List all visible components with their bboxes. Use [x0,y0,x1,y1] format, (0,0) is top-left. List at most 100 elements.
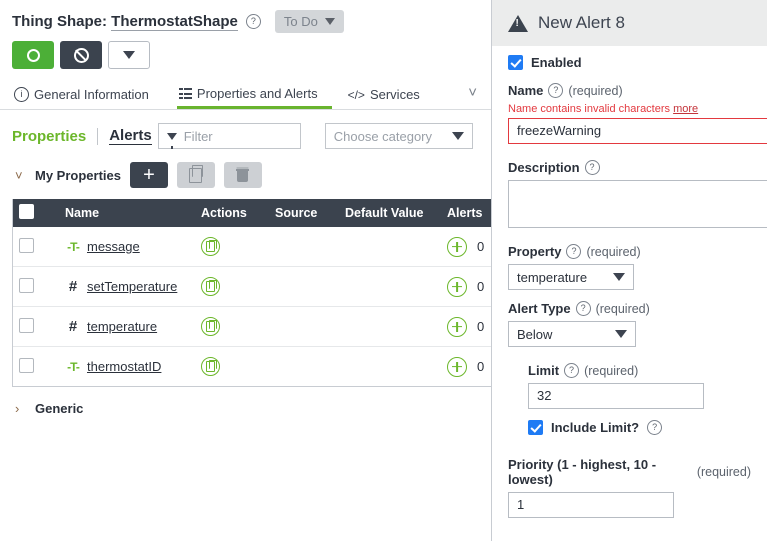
help-circle-icon[interactable]: ? [246,14,261,29]
property-field: Property ? (required) temperature [508,244,751,290]
property-name-link[interactable]: message [87,239,140,254]
entity-type-label: Thing Shape: [12,13,107,30]
column-header-alerts[interactable]: Alerts [441,199,492,227]
row-checkbox[interactable] [19,318,34,333]
chevron-down-icon[interactable]: ˅ [15,168,26,183]
row-alerts-cell: 0 [441,227,492,267]
help-circle-icon[interactable]: ? [548,83,563,98]
add-property-button[interactable]: + [130,162,168,188]
enabled-checkbox-row[interactable]: Enabled [508,55,751,70]
alert-type-label-row: Alert Type ? (required) [508,301,751,316]
row-default-value-cell [339,227,441,267]
limit-input[interactable]: 32 [528,383,704,409]
row-actions-cell [195,307,269,347]
help-circle-icon[interactable]: ? [576,301,591,316]
help-circle-icon[interactable]: ? [647,420,662,435]
plus-circle-icon[interactable] [447,237,467,257]
property-name-link[interactable]: thermostatID [87,359,161,374]
subtab-properties[interactable]: Properties [12,128,86,145]
row-select-cell [13,307,59,347]
priority-label-row: Priority (1 - highest, 10 - lowest) (req… [508,457,751,487]
copy-circle-icon[interactable] [201,277,220,296]
property-label-row: Property ? (required) [508,244,751,259]
name-input[interactable]: freezeWarning [508,118,767,144]
alert-count: 0 [477,359,484,374]
help-circle-icon[interactable]: ? [564,363,579,378]
property-name-link[interactable]: setTemperature [87,279,177,294]
priority-input[interactable]: 1 [508,492,674,518]
chevron-down-icon [615,330,627,338]
funnel-icon [167,133,177,140]
plus-circle-icon[interactable] [447,277,467,297]
row-checkbox[interactable] [19,358,34,373]
plus-circle-icon[interactable] [447,317,467,337]
row-checkbox[interactable] [19,278,34,293]
tab-label: Properties and Alerts [197,86,318,101]
cancel-button[interactable] [60,41,102,69]
tab-label: Services [370,87,420,102]
save-button[interactable] [12,41,54,69]
string-type-icon: -T- [65,360,81,374]
spacer [508,146,751,160]
warning-triangle-icon [508,15,528,32]
tab-properties-and-alerts[interactable]: Properties and Alerts [177,86,332,109]
property-name-link[interactable]: temperature [87,319,157,334]
column-header-name[interactable]: Name [59,199,195,227]
group-label: My Properties [35,168,121,183]
row-name-cell: -T- message [59,227,195,267]
table-header-row: Name Actions Source Default Value Alerts… [13,199,492,227]
name-required-hint: (required) [568,84,622,98]
description-textarea[interactable] [508,180,767,228]
duplicate-property-button[interactable] [177,162,215,188]
row-source-cell [269,347,339,387]
spacer [508,230,751,244]
chevron-down-icon [613,273,625,281]
column-header-default-value[interactable]: Default Value [339,199,441,227]
help-circle-icon[interactable]: ? [566,244,581,259]
table-row[interactable]: -T- thermostatID 0 [13,347,492,387]
include-limit-row[interactable]: Include Limit? ? [528,420,751,435]
description-label: Description [508,160,580,175]
table-row[interactable]: # setTemperature 0 [13,267,492,307]
tab-general-information[interactable]: i General Information [12,87,163,109]
status-badge[interactable]: To Do [275,10,344,33]
copy-circle-icon[interactable] [201,357,220,376]
table-row[interactable]: # temperature 0 [13,307,492,347]
chevron-down-icon[interactable]: ˅ [468,84,477,101]
properties-table-wrapper: Name Actions Source Default Value Alerts… [12,199,492,387]
number-type-icon: # [65,318,81,335]
spacer [508,448,751,457]
save-ring-icon [27,49,40,62]
row-actions-cell [195,227,269,267]
property-select[interactable]: temperature [508,264,634,290]
name-error-message: Name contains invalid characters more [508,103,751,115]
generic-group-bar[interactable]: › Generic [0,387,491,416]
row-select-cell [13,347,59,387]
more-actions-button[interactable] [108,41,150,69]
alert-count: 0 [477,319,484,334]
application-root: Thing Shape: ThermostatShape ? To Do i [0,0,767,541]
enabled-checkbox[interactable] [508,55,523,70]
row-checkbox[interactable] [19,238,34,253]
copy-circle-icon[interactable] [201,237,220,256]
copy-circle-icon[interactable] [201,317,220,336]
filter-input[interactable]: Filter [158,123,301,149]
include-limit-checkbox[interactable] [528,420,543,435]
chevron-right-icon: › [15,401,26,416]
plus-circle-icon[interactable] [447,357,467,377]
spacer [508,292,751,301]
category-placeholder: Choose category [334,129,432,144]
row-alerts-cell: 0 [441,347,492,387]
delete-property-button[interactable] [224,162,262,188]
subtab-alerts[interactable]: Alerts [109,127,152,145]
select-all-checkbox[interactable] [19,204,34,219]
help-circle-icon[interactable]: ? [585,160,600,175]
column-header-actions[interactable]: Actions [195,199,269,227]
column-header-source[interactable]: Source [269,199,339,227]
table-row[interactable]: -T- message 0 [13,227,492,267]
name-error-more-link[interactable]: more [673,103,698,115]
status-badge-label: To Do [284,14,318,29]
tab-services[interactable]: </> Services [346,87,434,109]
alert-type-select[interactable]: Below [508,321,636,347]
category-select[interactable]: Choose category [325,123,473,149]
